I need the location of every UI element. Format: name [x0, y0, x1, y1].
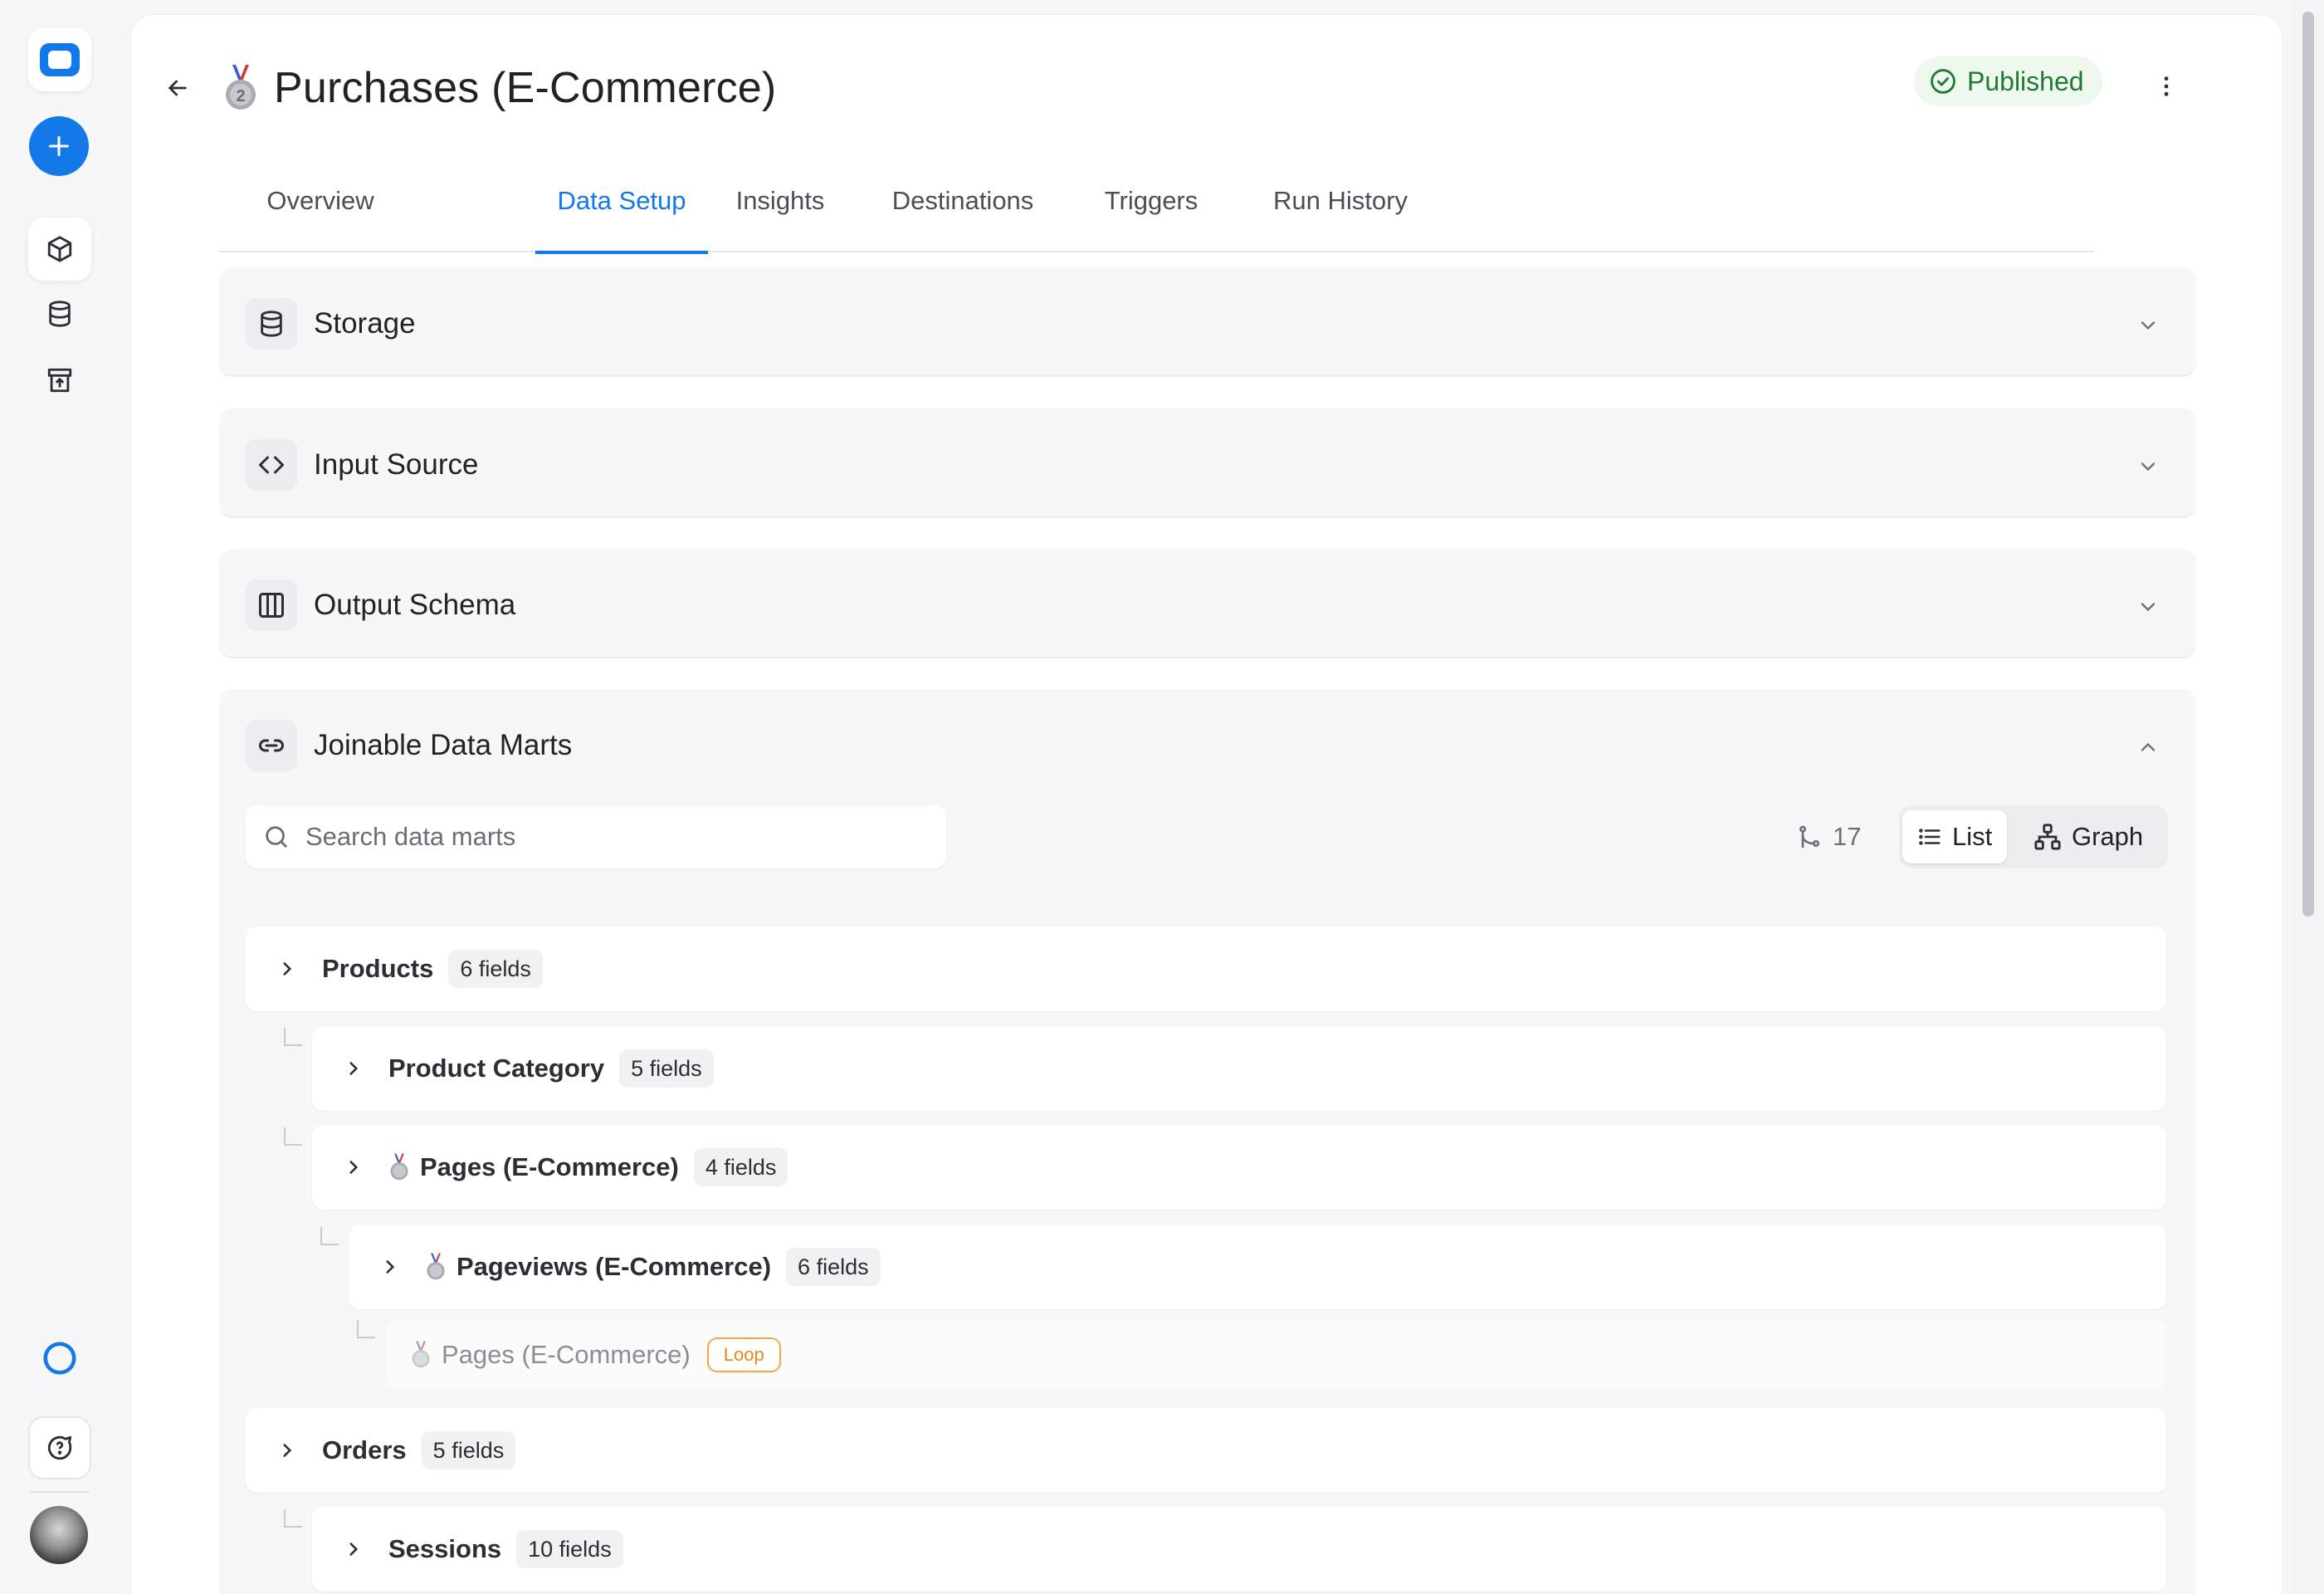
code-icon [246, 439, 297, 491]
section-header: Storage [246, 297, 416, 350]
graph-view-label: Graph [2072, 822, 2144, 851]
section-header: Input Source [246, 438, 478, 491]
chevron-right-icon[interactable] [337, 1052, 370, 1085]
field-count-badge: 4 fields [693, 1148, 788, 1186]
section-joinable-data-marts: Joinable Data Marts 17 List Graph [219, 689, 2196, 1594]
page-header: 2 Purchases (E-Commerce) [222, 46, 776, 130]
database-icon[interactable] [28, 282, 91, 345]
page-title: Purchases (E-Commerce) [274, 64, 777, 112]
tree-row-products[interactable]: Products 6 fields [246, 927, 2166, 1011]
search-icon [266, 826, 287, 848]
graph-icon [2034, 824, 2061, 850]
tab-run-history[interactable]: Run History [1247, 163, 1434, 252]
section-output-schema[interactable]: Output Schema [219, 549, 2196, 658]
main-panel: 2 Purchases (E-Commerce) Published Overv… [131, 15, 2282, 1594]
field-count-badge: 6 fields [786, 1248, 881, 1286]
search-field [246, 805, 946, 868]
section-header[interactable]: Joinable Data Marts [246, 719, 572, 772]
section-title: Storage [314, 307, 416, 340]
list-view-label: List [1952, 822, 1993, 851]
tree-row-pages-ecommerce[interactable]: Pages (E-Commerce) 4 fields [312, 1125, 2166, 1210]
chevron-right-icon[interactable] [374, 1250, 407, 1284]
section-input-source[interactable]: Input Source [219, 408, 2196, 518]
arrow-left-icon[interactable] [154, 65, 201, 111]
tree-connector [357, 1320, 375, 1338]
field-count-badge: 6 fields [448, 950, 543, 988]
medal-icon [390, 1153, 408, 1181]
row-name: Orders [322, 1435, 407, 1464]
tree-row-orders[interactable]: Orders 5 fields [246, 1408, 2166, 1493]
medal-icon [412, 1341, 430, 1368]
tree-row-sessions[interactable]: Sessions 10 fields [312, 1507, 2166, 1592]
row-name: Sessions [388, 1534, 502, 1563]
svg-text:2: 2 [236, 87, 245, 105]
section-title: Output Schema [314, 589, 516, 621]
tree-row-product-category[interactable]: Product Category 5 fields [312, 1026, 2166, 1111]
status-label: Published [1967, 66, 2084, 96]
status-badge: Published [1914, 56, 2102, 106]
chevron-right-icon[interactable] [337, 1151, 370, 1184]
loop-badge: Loop [706, 1337, 781, 1372]
view-toggle: List Graph [1899, 805, 2168, 868]
status-ring-icon[interactable] [28, 1327, 91, 1390]
field-count-badge: 10 fields [516, 1530, 623, 1568]
field-count-badge: 5 fields [421, 1431, 516, 1469]
section-header: Output Schema [246, 579, 515, 632]
tab-insights[interactable]: Insights [720, 163, 840, 252]
link-icon [246, 720, 297, 771]
plus-icon[interactable] [29, 116, 89, 176]
graph-view-button[interactable]: Graph [2019, 810, 2158, 863]
more-vertical-icon[interactable] [2143, 63, 2190, 110]
field-count-badge: 5 fields [619, 1049, 714, 1088]
avatar[interactable] [30, 1506, 88, 1564]
row-name: Product Category [388, 1054, 605, 1083]
chevron-right-icon[interactable] [271, 952, 304, 985]
git-branch-icon [1799, 825, 1819, 848]
list-view-button[interactable]: List [1902, 810, 2008, 863]
tree-connector [284, 1127, 302, 1146]
row-name: Pageviews (E-Commerce) [456, 1252, 772, 1281]
row-name: Pages (E-Commerce) [420, 1152, 679, 1181]
chevron-down-icon[interactable] [2133, 310, 2163, 340]
medal-icon: 2 [226, 65, 256, 110]
chevron-down-icon[interactable] [2133, 592, 2163, 622]
box-icon[interactable] [28, 218, 91, 281]
relation-count: 17 [1796, 814, 1861, 860]
tab-data-setup[interactable]: Data Setup [535, 163, 708, 254]
row-name: Pages (E-Commerce) [442, 1340, 691, 1369]
archive-upload-icon[interactable] [28, 349, 91, 412]
list-icon [1919, 829, 1941, 845]
scrollbar-thumb[interactable] [2302, 12, 2314, 917]
tab-bar: Overview Data Setup Insights Destination… [219, 163, 2093, 254]
app-logo-icon[interactable] [28, 28, 91, 91]
chevron-down-icon[interactable] [2133, 452, 2163, 482]
tab-overview[interactable]: Overview [247, 163, 393, 252]
tree-connector [284, 1509, 302, 1528]
relation-count-value: 17 [1833, 822, 1862, 851]
left-rail [0, 0, 120, 1594]
tab-triggers[interactable]: Triggers [1088, 163, 1214, 252]
tree-connector [320, 1227, 339, 1245]
tree-connector [284, 1028, 302, 1046]
rail-divider [30, 1491, 90, 1493]
row-name: Products [322, 954, 434, 983]
tree-row-pages-loop: Pages (E-Commerce) Loop [385, 1320, 2166, 1390]
tree-row-pageviews-ecommerce[interactable]: Pageviews (E-Commerce) 6 fields [349, 1225, 2166, 1309]
chevron-right-icon[interactable] [271, 1434, 304, 1467]
section-title: Input Source [314, 448, 479, 481]
database-icon [246, 298, 297, 350]
chevron-right-icon[interactable] [337, 1533, 370, 1566]
columns-icon [246, 579, 297, 631]
scrollbar-track[interactable] [2292, 0, 2324, 1594]
tab-destinations[interactable]: Destinations [873, 163, 1052, 252]
section-storage[interactable]: Storage [219, 267, 2196, 377]
chevron-up-icon[interactable] [2133, 732, 2163, 762]
medal-icon [427, 1253, 445, 1280]
check-circle-icon [1931, 69, 1955, 94]
chat-help-icon[interactable] [28, 1416, 91, 1479]
section-title: Joinable Data Marts [314, 729, 573, 761]
search-input[interactable] [305, 822, 936, 852]
